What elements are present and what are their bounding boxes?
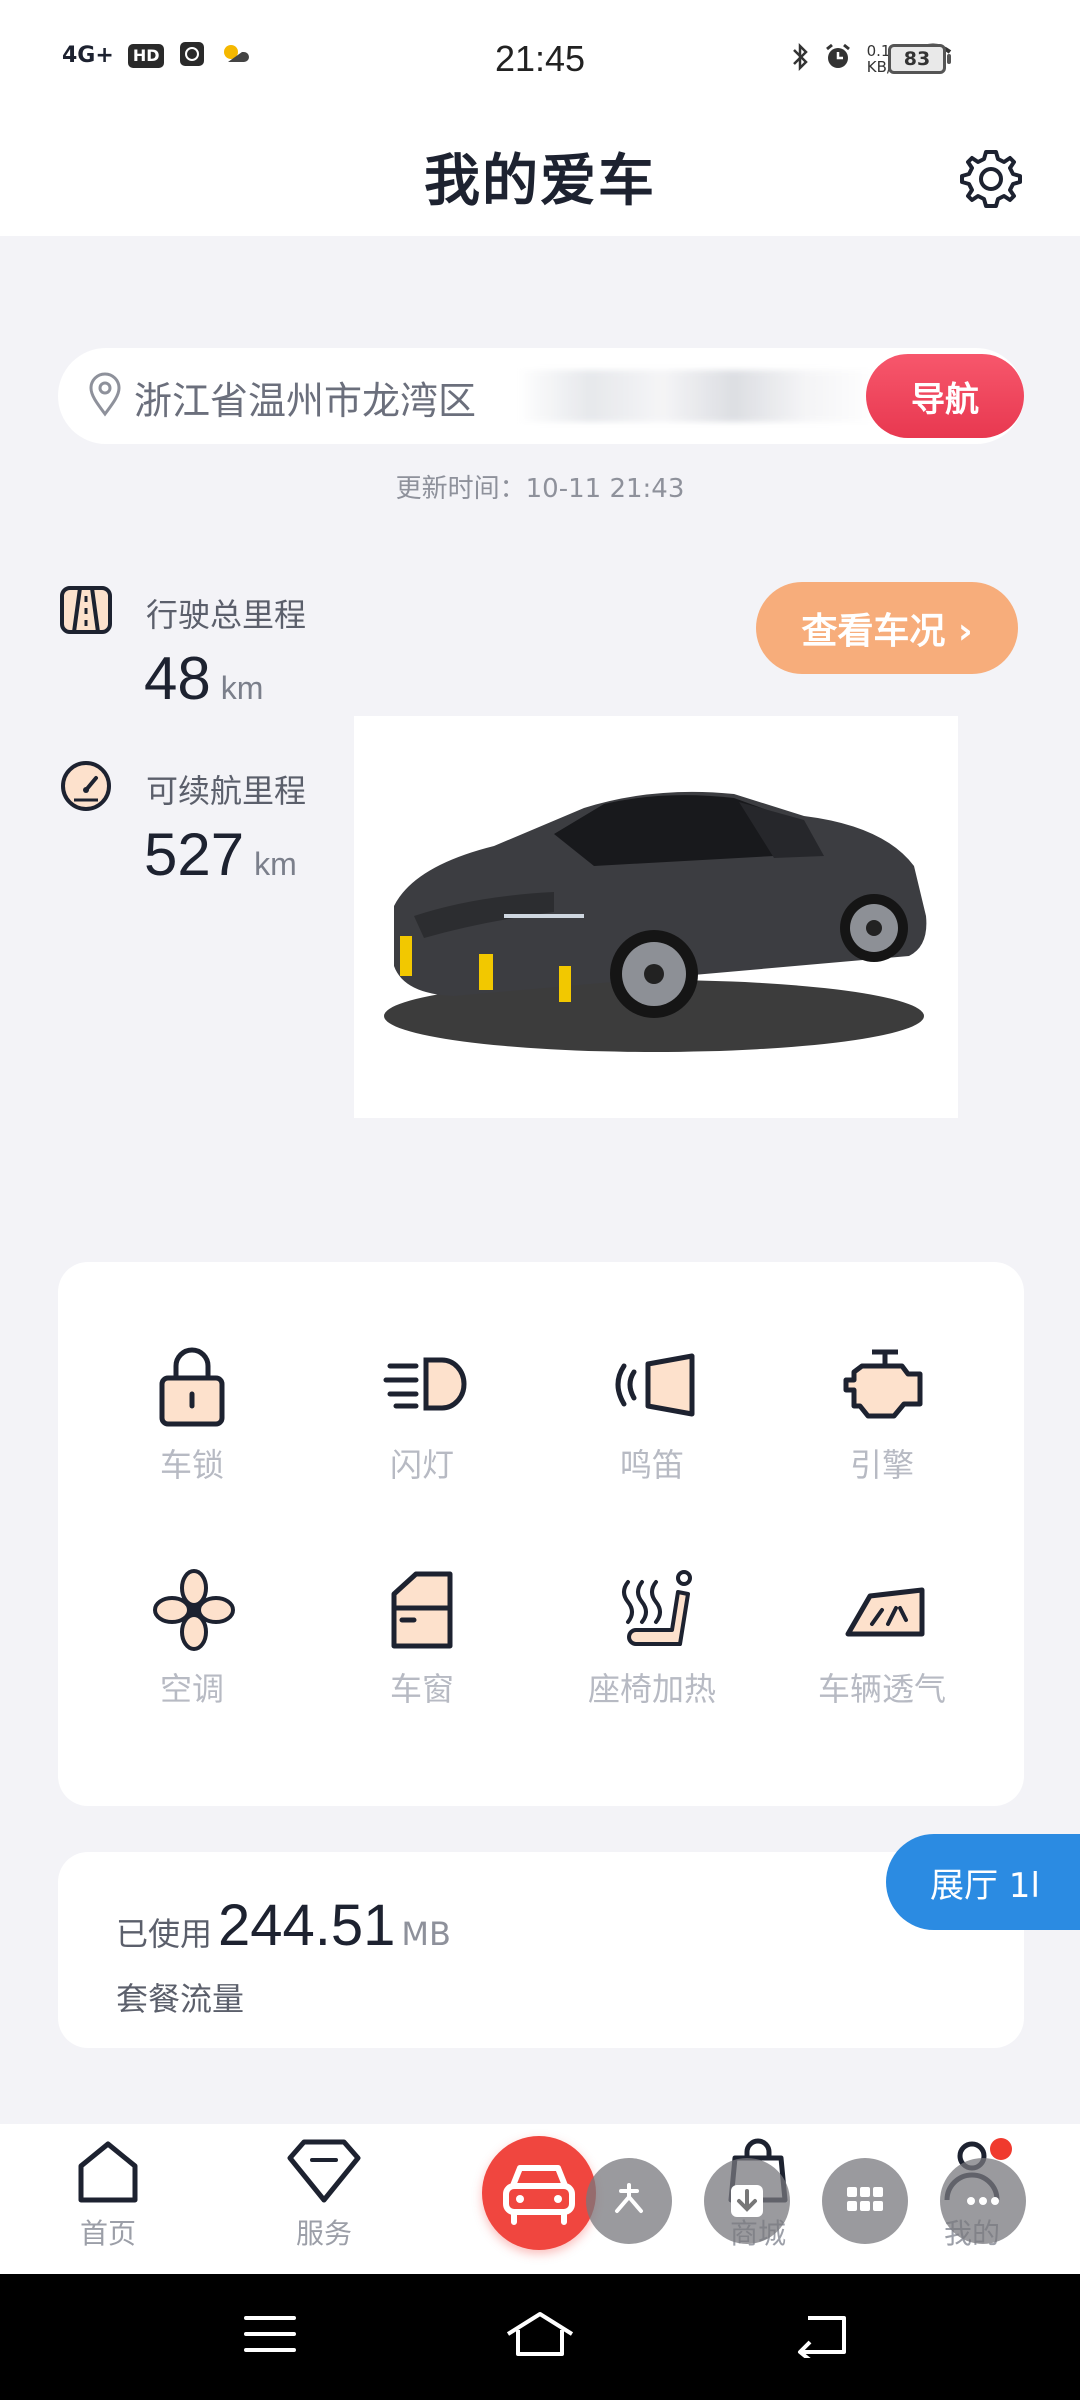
data-usage-caption: 套餐流量	[116, 1980, 245, 2018]
nav-home[interactable]: 首页	[38, 2138, 178, 2252]
horn-icon	[615, 1353, 695, 1417]
total-mileage-value: 48 km	[144, 645, 264, 712]
notification-dot	[990, 2138, 1012, 2160]
control-window[interactable]: 车窗	[322, 1568, 522, 1748]
window-icon	[391, 1571, 453, 1649]
page-title: 我的爱车	[424, 149, 656, 214]
system-home-button[interactable]	[504, 2310, 576, 2362]
control-lock[interactable]: 车锁	[92, 1344, 292, 1524]
check-vehicle-status-button[interactable]: 查看车况 ›	[756, 582, 1018, 674]
control-flash[interactable]: 闪灯	[322, 1344, 522, 1524]
driving-range-value: 527 km	[144, 821, 297, 888]
total-mileage-label: 行驶总里程	[146, 596, 307, 634]
download-icon	[731, 2185, 763, 2217]
my-car-button[interactable]	[482, 2136, 596, 2250]
control-window-label: 车窗	[389, 1670, 454, 1708]
home-icon	[78, 2141, 138, 2203]
control-vent[interactable]: 车辆透气	[782, 1568, 982, 1748]
grid-icon	[847, 2187, 883, 2211]
location-pin-icon	[86, 372, 124, 422]
home-outline-icon	[506, 2312, 574, 2356]
more-icon	[967, 2197, 999, 2205]
control-ac-label: 空调	[159, 1670, 224, 1708]
data-usage-amount: 已使用 244.51 MB	[116, 1893, 451, 1958]
showroom-button[interactable]: 展厅 1l	[886, 1834, 1080, 1930]
nav-home-label: 首页	[79, 2217, 136, 2250]
back-icon	[798, 2316, 846, 2362]
location-bar[interactable]: 浙江省温州市龙湾区 导航	[58, 348, 1024, 444]
floating-download-button[interactable]	[704, 2158, 790, 2244]
floating-more-button[interactable]	[940, 2158, 1026, 2244]
control-lock-label: 车锁	[159, 1446, 224, 1484]
floating-assistant-button[interactable]	[586, 2158, 672, 2244]
location-address: 浙江省温州市龙湾区	[134, 379, 477, 423]
control-horn-label: 鸣笛	[619, 1446, 684, 1484]
control-flash-label: 闪灯	[389, 1446, 454, 1484]
car-icon	[503, 2165, 575, 2225]
gear-icon	[960, 150, 1022, 208]
bluetooth-icon	[791, 42, 809, 76]
control-engine-label: 引擎	[849, 1446, 914, 1484]
driving-range-label: 可续航里程	[146, 772, 307, 810]
app-header: 我的爱车	[0, 120, 1080, 236]
control-vent-label: 车辆透气	[817, 1670, 946, 1708]
engine-icon	[843, 1349, 923, 1419]
nav-service-label: 服务	[295, 2217, 352, 2250]
status-bar: 4G+ HD 21:45 0.10 KB/s 83	[0, 0, 1080, 120]
control-seat-heat[interactable]: 座椅加热	[552, 1568, 752, 1748]
control-ac[interactable]: 空调	[92, 1568, 292, 1748]
settings-button[interactable]	[955, 142, 1027, 214]
car-image	[354, 716, 958, 1118]
headlight-icon	[383, 1357, 467, 1411]
fan-icon	[153, 1569, 235, 1651]
address-redacted	[518, 370, 878, 422]
floating-apps-button[interactable]	[822, 2158, 908, 2244]
battery-indicator: 83	[888, 44, 951, 74]
control-seat-heat-label: 座椅加热	[587, 1670, 716, 1708]
vehicle-controls-card: 车锁 闪灯 鸣笛 引擎 空调 车窗 座椅加热 车辆透气	[58, 1262, 1024, 1806]
system-nav-bar	[0, 2274, 1080, 2400]
control-engine[interactable]: 引擎	[782, 1344, 982, 1524]
system-menu-button[interactable]	[242, 2310, 298, 2362]
lock-icon	[159, 1347, 225, 1427]
system-back-button[interactable]	[794, 2310, 850, 2362]
nav-service[interactable]: 服务	[254, 2138, 394, 2252]
road-icon	[58, 582, 114, 638]
vent-icon	[845, 1587, 925, 1637]
diamond-icon	[287, 2139, 361, 2203]
navigate-button[interactable]: 导航	[866, 354, 1024, 438]
data-usage-card[interactable]: 已使用 244.51 MB 套餐流量	[58, 1852, 1024, 2048]
alarm-icon	[823, 42, 853, 76]
gauge-icon	[58, 758, 114, 814]
update-time: 更新时间：10-11 21:43	[395, 474, 685, 504]
seat-heat-icon	[622, 1570, 692, 1646]
control-horn[interactable]: 鸣笛	[552, 1344, 752, 1524]
menu-icon	[244, 2316, 296, 2352]
sparkle-icon	[615, 2183, 643, 2213]
